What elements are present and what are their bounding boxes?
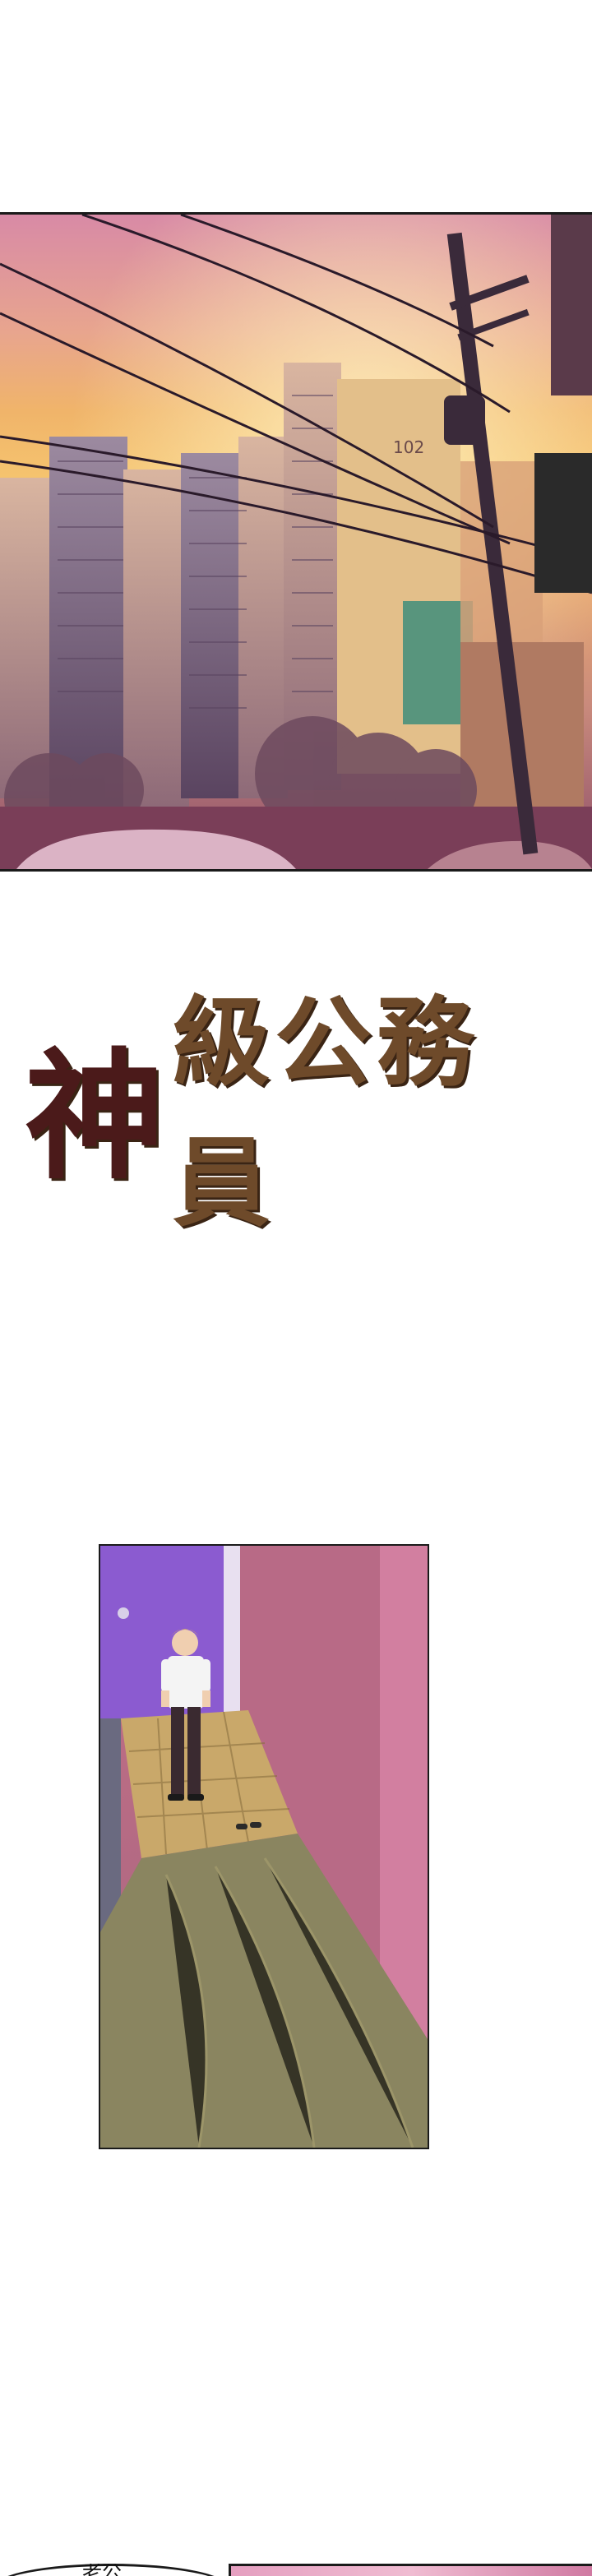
title-text: 神 級公務員 <box>25 985 567 1240</box>
title-first-char: 神 <box>25 1034 170 1199</box>
apartments-illustration: 102 <box>0 215 592 869</box>
title-rest: 級公務員 <box>173 985 479 1240</box>
next-panel-preview: 老公 <box>0 2564 592 2576</box>
shoes-icon <box>236 1824 247 1829</box>
panel-apartments: 102 <box>0 212 592 872</box>
door-knob-icon <box>118 1607 129 1619</box>
hallway-illustration <box>100 1546 428 2148</box>
panel-hallway <box>99 1544 429 2149</box>
speech-bubble-text: 老公 <box>82 2564 122 2576</box>
next-panel <box>229 2564 592 2576</box>
building-number: 102 <box>393 437 424 457</box>
comic-page: 102 神 級公務員 老公 <box>0 0 592 2576</box>
comic-title: 神 級公務員 <box>25 985 567 1240</box>
